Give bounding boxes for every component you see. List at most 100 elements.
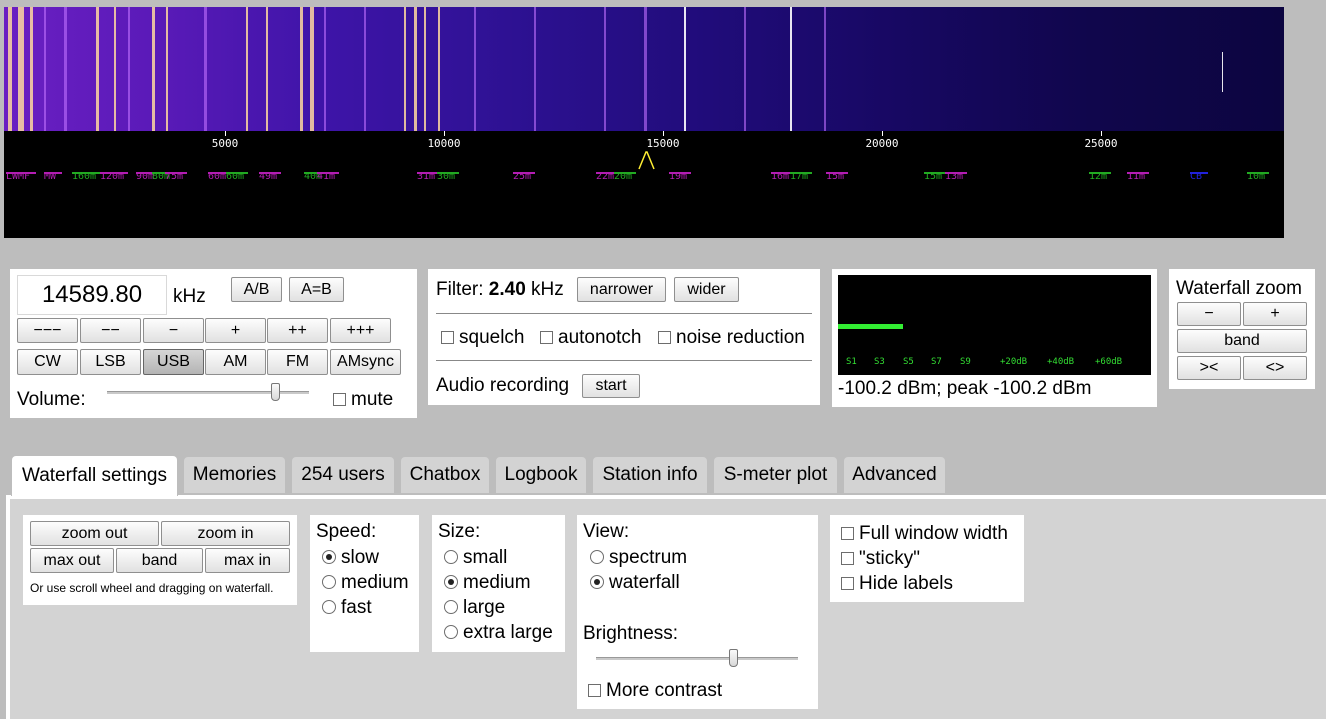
speed-fast-radio[interactable]: fast xyxy=(322,597,372,619)
zoom-pan-right-button[interactable]: <> xyxy=(1243,356,1307,380)
speed-fast-radio-button[interactable] xyxy=(322,600,336,614)
step-up-2-button[interactable]: ++ xyxy=(267,318,328,343)
frequency-value: 14589.80 xyxy=(41,281,143,308)
view-spectrum-radio[interactable]: spectrum xyxy=(590,547,687,569)
squelch-checkbox[interactable]: squelch xyxy=(441,327,525,349)
wider-button[interactable]: wider xyxy=(674,277,739,302)
size-large-radio[interactable]: large xyxy=(444,597,505,619)
size-large-radio-button[interactable] xyxy=(444,600,458,614)
scale-label: 15000 xyxy=(646,137,680,150)
zoom-in-button[interactable]: zoom in xyxy=(161,521,290,546)
tab-chatbox[interactable]: Chatbox xyxy=(400,456,490,493)
size-medium-radio[interactable]: medium xyxy=(444,572,531,594)
size-small-radio[interactable]: small xyxy=(444,547,507,569)
noise-reduction-label: noise reduction xyxy=(676,327,805,348)
sticky-checkbox[interactable]: "sticky" xyxy=(841,548,920,570)
size-extra-large-label: extra large xyxy=(463,622,553,643)
band-marker xyxy=(945,172,967,174)
band-marker xyxy=(1247,172,1269,174)
step-down-2-button[interactable]: −− xyxy=(80,318,141,343)
brightness-slider-thumb[interactable] xyxy=(729,649,739,667)
squelch-checkbox-box[interactable] xyxy=(441,331,454,344)
mode-cw-button[interactable]: CW xyxy=(17,349,78,375)
size-title: Size: xyxy=(438,521,481,542)
size-extra-large-radio-button[interactable] xyxy=(444,625,458,639)
step-up-3-button[interactable]: +++ xyxy=(330,318,391,343)
view-spectrum-radio-button[interactable] xyxy=(590,550,604,564)
tab-users[interactable]: 254 users xyxy=(291,456,395,493)
recording-start-button[interactable]: start xyxy=(582,374,640,398)
tab-smeter-plot[interactable]: S-meter plot xyxy=(713,456,838,493)
band-marker xyxy=(72,172,100,174)
filter-value: 2.40 xyxy=(488,279,526,300)
speed-slow-radio[interactable]: slow xyxy=(322,547,379,569)
step-down-3-button[interactable]: −−− xyxy=(17,318,78,343)
noise-reduction-checkbox-box[interactable] xyxy=(658,331,671,344)
mode-usb-button[interactable]: USB xyxy=(143,349,204,375)
speed-medium-radio-button[interactable] xyxy=(322,575,336,589)
mode-fm-button[interactable]: FM xyxy=(267,349,328,375)
mode-am-button[interactable]: AM xyxy=(205,349,266,375)
mute-checkbox-box[interactable] xyxy=(333,393,346,406)
band-marker xyxy=(317,172,339,174)
autonotch-checkbox-box[interactable] xyxy=(540,331,553,344)
mode-lsb-button[interactable]: LSB xyxy=(80,349,141,375)
settings-band-button[interactable]: band xyxy=(116,548,203,573)
size-extra-large-radio[interactable]: extra large xyxy=(444,622,553,644)
zoom-pan-left-button[interactable]: >< xyxy=(1177,356,1241,380)
step-down-1-button[interactable]: − xyxy=(143,318,204,343)
zoom-out-button[interactable]: zoom out xyxy=(30,521,159,546)
max-in-button[interactable]: max in xyxy=(205,548,290,573)
scale-tick xyxy=(1101,131,1102,136)
mode-amsync-button[interactable]: AMsync xyxy=(330,349,401,375)
view-waterfall-radio[interactable]: waterfall xyxy=(590,572,680,594)
noise-reduction-checkbox[interactable]: noise reduction xyxy=(658,327,805,349)
waterfall-signal-lines xyxy=(8,7,1223,131)
ab-button[interactable]: A/B xyxy=(231,277,282,302)
mute-checkbox[interactable]: mute xyxy=(333,389,393,411)
brightness-title: Brightness: xyxy=(583,623,679,644)
max-out-button[interactable]: max out xyxy=(30,548,114,573)
size-large-label: large xyxy=(463,597,506,618)
step-up-1-button[interactable]: + xyxy=(205,318,266,343)
smeter-scale-label: S3 xyxy=(874,357,885,367)
passband-marker[interactable] xyxy=(638,150,656,170)
full-window-width-checkbox-box[interactable] xyxy=(841,527,854,540)
tab-waterfall-settings[interactable]: Waterfall settings xyxy=(11,455,178,496)
more-contrast-checkbox-box[interactable] xyxy=(588,684,601,697)
full-window-width-checkbox[interactable]: Full window width xyxy=(841,523,1008,545)
smeter-bar xyxy=(838,324,903,329)
waterfall-display[interactable] xyxy=(4,7,1284,131)
band-marker xyxy=(226,172,248,174)
speed-medium-radio[interactable]: medium xyxy=(322,572,409,594)
sticky-checkbox-box[interactable] xyxy=(841,552,854,565)
size-medium-radio-button[interactable] xyxy=(444,575,458,589)
zoom-hint: Or use scroll wheel and dragging on wate… xyxy=(30,581,274,595)
filter-divider-2 xyxy=(436,360,812,361)
hide-labels-checkbox-box[interactable] xyxy=(841,577,854,590)
tab-advanced[interactable]: Advanced xyxy=(843,456,946,493)
volume-slider-thumb[interactable] xyxy=(270,383,280,401)
size-small-radio-button[interactable] xyxy=(444,550,458,564)
zoom-plus-button[interactable]: + xyxy=(1243,302,1307,326)
band-marker xyxy=(614,172,636,174)
band-marker xyxy=(165,172,187,174)
more-contrast-label: More contrast xyxy=(606,680,723,701)
hide-labels-checkbox[interactable]: Hide labels xyxy=(841,573,953,595)
frequency-input[interactable]: 14589.80 xyxy=(17,275,167,315)
tab-memories[interactable]: Memories xyxy=(183,456,286,493)
view-waterfall-radio-button[interactable] xyxy=(590,575,604,589)
zoom-band-button[interactable]: band xyxy=(1177,329,1307,353)
autonotch-label: autonotch xyxy=(558,327,642,348)
tab-logbook[interactable]: Logbook xyxy=(495,456,587,493)
narrower-button[interactable]: narrower xyxy=(577,277,666,302)
brightness-slider-track[interactable] xyxy=(596,657,798,660)
zoom-minus-button[interactable]: − xyxy=(1177,302,1241,326)
more-contrast-checkbox[interactable]: More contrast xyxy=(588,680,722,702)
tab-station-info[interactable]: Station info xyxy=(592,456,708,493)
a-equals-b-button[interactable]: A=B xyxy=(289,277,344,302)
autonotch-checkbox[interactable]: autonotch xyxy=(540,327,641,349)
scale-tick xyxy=(663,131,664,136)
scale-label: 20000 xyxy=(865,137,899,150)
speed-slow-radio-button[interactable] xyxy=(322,550,336,564)
